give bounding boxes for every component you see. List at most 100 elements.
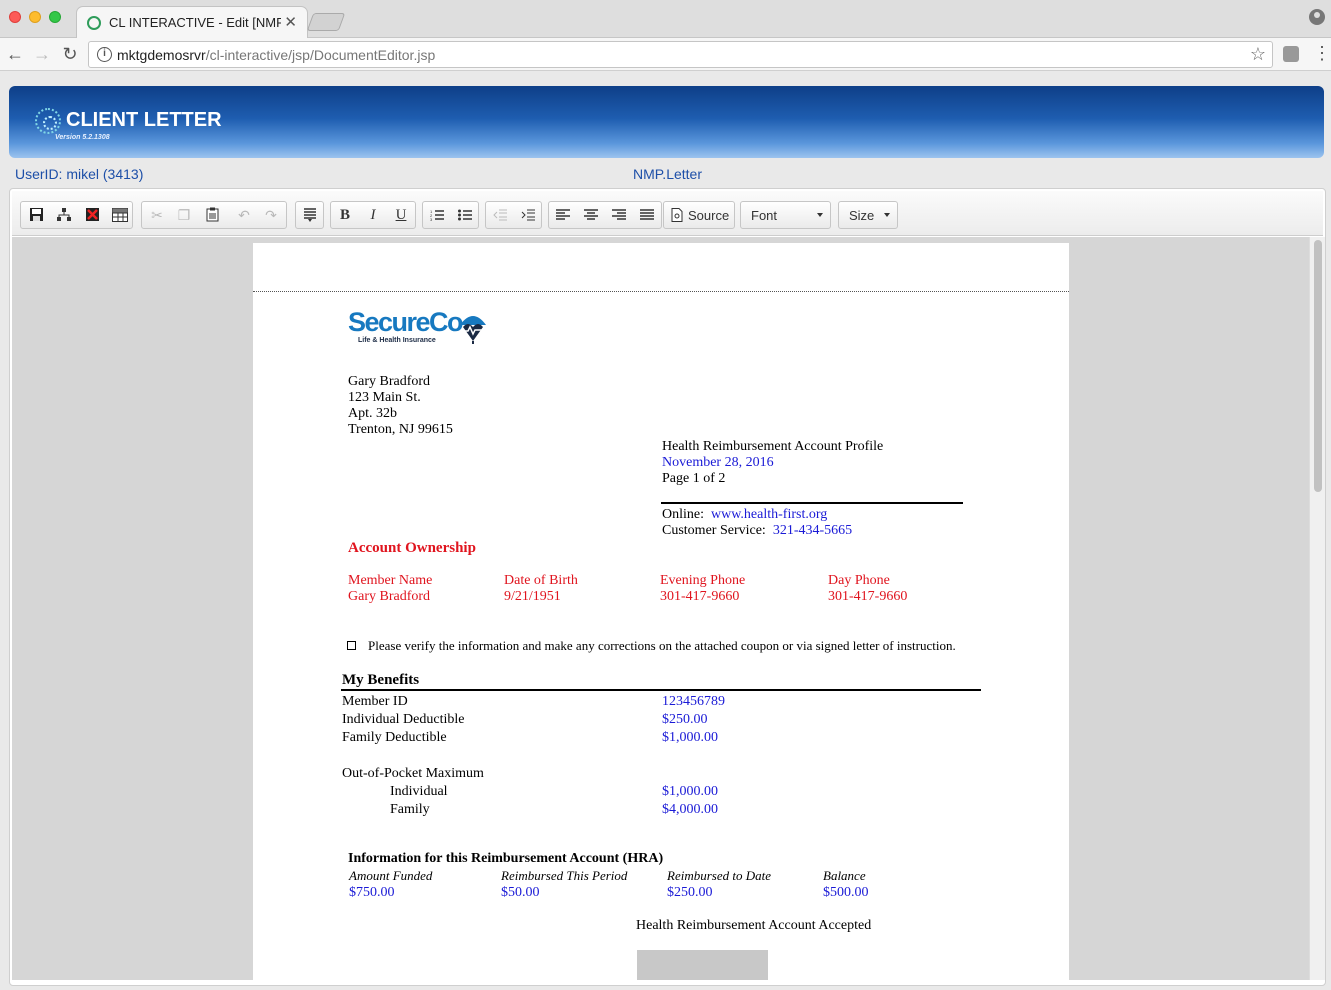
save-icon[interactable] (25, 205, 47, 225)
hra-value: $250.00 (667, 885, 713, 900)
favicon-icon (87, 16, 101, 30)
vertical-scrollbar[interactable] (1309, 237, 1325, 980)
profile-title: Health Reimbursement Account Profile (662, 439, 884, 454)
align-tools-group (548, 201, 662, 229)
client-letter-logo-icon (35, 108, 61, 134)
maximize-window-button[interactable] (49, 11, 61, 23)
list-tools-group: 123 (422, 201, 479, 229)
undo-icon[interactable]: ↶ (233, 205, 255, 225)
address-bar[interactable]: i mktgdemosrvr/cl-interactive/jsp/Docume… (88, 41, 1273, 68)
document-tools-group (20, 201, 133, 229)
document-name: NMP.Letter (633, 166, 702, 182)
hra-value: $750.00 (349, 885, 395, 900)
url-text: mktgdemosrvr/cl-interactive/jsp/Document… (117, 47, 436, 63)
oop-item-label: Individual (390, 784, 448, 799)
hra-header: Balance (823, 868, 866, 883)
indent-icon[interactable] (517, 205, 539, 225)
ownership-header: Day Phone (828, 573, 890, 588)
customer-service-row: Customer Service: 321-434-5665 (662, 523, 852, 539)
indent-tools-group (485, 201, 542, 229)
ownership-header: Date of Birth (504, 573, 578, 588)
signature-placeholder (637, 950, 768, 980)
cut-icon[interactable]: ✂ (146, 205, 168, 225)
clipboard-tools-group: ✂ ❐ ↶ ↷ (141, 201, 287, 229)
header-divider (253, 291, 1069, 292)
benefit-value: 123456789 (662, 694, 725, 709)
justify-icon[interactable] (636, 205, 658, 225)
underline-icon[interactable]: U (390, 205, 412, 225)
online-row: Online: www.health-first.org (662, 507, 827, 523)
table-icon[interactable] (109, 205, 131, 225)
structure-icon[interactable] (53, 205, 75, 225)
close-window-button[interactable] (9, 11, 21, 23)
ownership-value: 301-417-9660 (660, 589, 740, 604)
info-icon[interactable]: i (97, 47, 112, 62)
numbered-list-icon[interactable]: 123 (426, 205, 448, 225)
bulleted-list-icon[interactable] (454, 205, 476, 225)
online-label: Online: (662, 507, 704, 522)
outdent-icon[interactable] (489, 205, 511, 225)
source-icon (671, 208, 683, 227)
profile-divider (661, 502, 963, 504)
hra-header: Reimbursed This Period (501, 868, 628, 883)
benefits-title: My Benefits (342, 672, 420, 688)
font-label: Font (751, 208, 778, 223)
align-left-icon[interactable] (552, 205, 574, 225)
chevron-down-icon (817, 213, 823, 217)
user-id: UserID: mikel (3413) (15, 166, 144, 182)
hra-title: Information for this Reimbursement Accou… (348, 851, 664, 866)
profile-icon[interactable] (1309, 9, 1325, 25)
redo-icon[interactable]: ↷ (260, 205, 282, 225)
logo-tagline: Life & Health Insurance (358, 337, 436, 344)
online-url-link[interactable]: www.health-first.org (711, 507, 827, 522)
source-button[interactable]: Source (663, 201, 735, 229)
show-blocks-icon[interactable] (299, 205, 321, 225)
app-header: CLIENT LETTER Version 5.2.1308 (9, 86, 1324, 158)
blocks-tools-group (295, 201, 324, 229)
browser-menu-icon[interactable]: ⋮ (1313, 43, 1331, 63)
align-right-icon[interactable] (608, 205, 630, 225)
customer-service-phone: 321-434-5665 (772, 523, 853, 538)
ownership-value: 9/21/1951 (504, 589, 561, 604)
new-tab-button[interactable] (306, 13, 346, 31)
browser-tab[interactable]: CL INTERACTIVE - Edit [NMP.L ✕ (76, 6, 308, 39)
font-dropdown[interactable]: Font (740, 201, 831, 229)
verify-checkbox[interactable] (347, 641, 356, 650)
back-icon[interactable]: ← (3, 42, 27, 66)
italic-icon[interactable]: I (362, 205, 384, 225)
chevron-down-icon (884, 213, 890, 217)
oop-item-label: Family (390, 802, 430, 817)
paste-icon[interactable] (201, 205, 223, 225)
scrollbar-thumb[interactable] (1314, 240, 1322, 492)
reload-icon[interactable]: ↻ (58, 42, 82, 66)
editor-toolbar: ✂ ❐ ↶ ↷ B I U 123 Source Font Size (12, 191, 1323, 236)
delete-icon[interactable] (81, 205, 103, 225)
minimize-window-button[interactable] (29, 11, 41, 23)
hra-header: Reimbursed to Date (667, 868, 771, 883)
close-tab-icon[interactable]: ✕ (284, 13, 297, 31)
address-line: Apt. 32b (348, 406, 397, 421)
benefit-label: Family Deductible (342, 730, 447, 745)
benefit-label: Member ID (342, 694, 408, 709)
source-label: Source (688, 208, 730, 223)
forward-icon[interactable]: → (30, 42, 54, 66)
editing-area[interactable]: SecureCo Life & Health Insurance Gary Br… (12, 237, 1309, 980)
customer-service-label: Customer Service: (662, 523, 766, 538)
browser-tab-bar: CL INTERACTIVE - Edit [NMP.L ✕ (0, 0, 1331, 39)
svg-text:3: 3 (430, 217, 433, 221)
letter-page[interactable]: SecureCo Life & Health Insurance Gary Br… (253, 243, 1069, 980)
address-line: 123 Main St. (348, 390, 421, 405)
oop-item-value: $1,000.00 (662, 784, 718, 799)
document-editor: ✂ ❐ ↶ ↷ B I U 123 Source Font Size Secur… (9, 188, 1326, 986)
bold-icon[interactable]: B (334, 205, 356, 225)
address-line: Trenton, NJ 99615 (348, 422, 453, 437)
benefits-divider (341, 689, 981, 691)
page-info: Page 1 of 2 (662, 471, 726, 486)
size-dropdown[interactable]: Size (838, 201, 898, 229)
ownership-header: Member Name (348, 573, 433, 588)
bookmark-star-icon[interactable]: ☆ (1250, 44, 1266, 65)
extension-icon[interactable] (1283, 46, 1299, 62)
address-line: Gary Bradford (348, 374, 431, 389)
align-center-icon[interactable] (580, 205, 602, 225)
copy-icon[interactable]: ❐ (173, 205, 195, 225)
